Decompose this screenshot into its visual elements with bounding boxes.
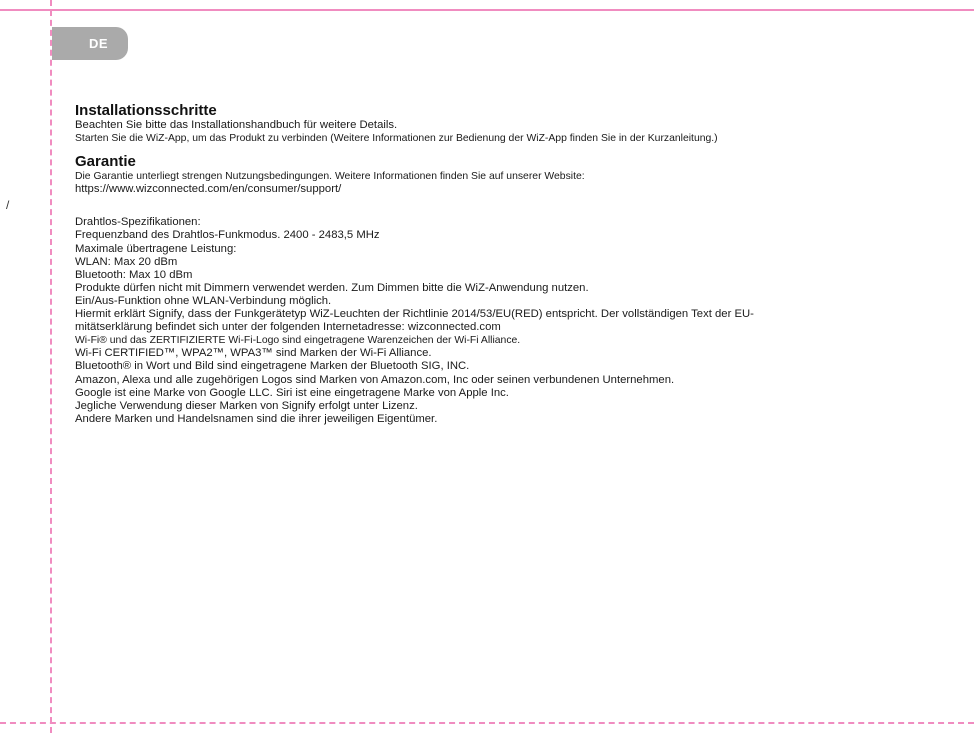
left-fold-guide	[50, 0, 52, 733]
spec-line: Frequenzband des Drahtlos-Funkmodus. 240…	[75, 229, 380, 242]
installation-heading: Installationsschritte	[75, 102, 217, 119]
spec-line: Drahtlos-Spezifikationen:	[75, 216, 201, 229]
language-tab: DE	[52, 27, 128, 60]
spec-line: Amazon, Alexa und alle zugehörigen Logos…	[75, 373, 675, 386]
spec-line: Produkte dürfen nicht mit Dimmern verwen…	[75, 281, 589, 294]
top-trim-line	[0, 9, 974, 11]
warranty-heading: Garantie	[75, 153, 136, 171]
spec-line: Hiermit erklärt Signify, dass der Funkge…	[75, 308, 754, 321]
document-body: Installationsschritte Beachten Sie bitte…	[75, 103, 970, 426]
installation-line: Starten Sie die WiZ-App, um das Produkt …	[75, 133, 718, 145]
margin-mark: /	[6, 198, 10, 212]
bottom-cut-guide	[0, 722, 974, 724]
spec-line: WLAN: Max 20 dBm	[75, 255, 178, 268]
spec-line: Jegliche Verwendung dieser Marken von Si…	[75, 399, 418, 412]
spec-line: Wi-Fi® und das ZERTIFIZIERTE Wi-Fi-Logo …	[75, 335, 521, 347]
spec-line: Andere Marken und Handelsnamen sind die …	[75, 412, 438, 425]
spec-line: Bluetooth® in Wort und Bild sind eingetr…	[75, 360, 470, 373]
specifications-block: Drahtlos-Spezifikationen: Frequenzband d…	[75, 216, 970, 426]
spec-line: Maximale übertragene Leistung:	[75, 242, 237, 255]
spec-line: Google ist eine Marke von Google LLC. Si…	[75, 386, 509, 399]
warranty-url: https://www.wizconnected.com/en/consumer…	[75, 183, 342, 196]
installation-line: Beachten Sie bitte das Installationshand…	[75, 119, 398, 131]
warranty-line: Die Garantie unterliegt strengen Nutzung…	[75, 171, 585, 183]
spec-line: mitätserklärung befindet sich unter der …	[75, 321, 501, 334]
spec-line: Wi-Fi CERTIFIED™, WPA2™, WPA3™ sind Mark…	[75, 347, 432, 360]
spec-line: Ein/Aus-Funktion ohne WLAN-Verbindung mö…	[75, 294, 332, 307]
spec-line: Bluetooth: Max 10 dBm	[75, 268, 193, 281]
